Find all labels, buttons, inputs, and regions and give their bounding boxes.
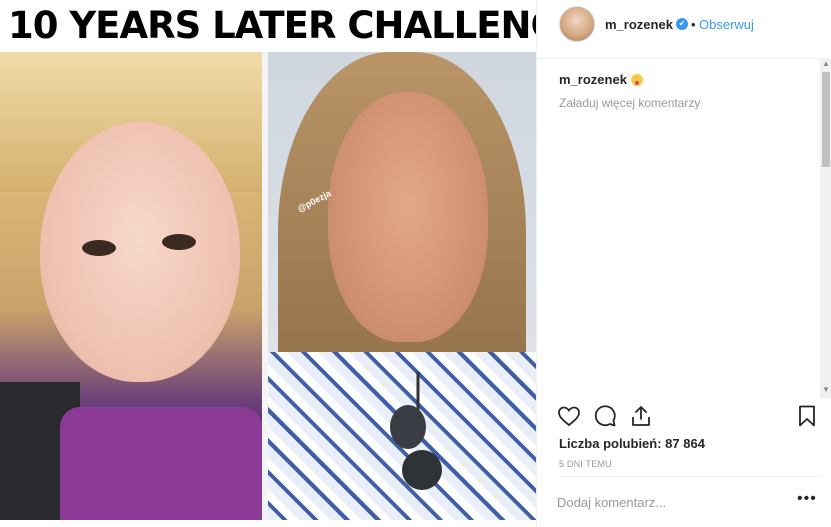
child-photo: [0, 52, 262, 520]
adult-photo: [268, 52, 536, 520]
child-shirt: [60, 407, 262, 520]
scroll-thumb[interactable]: [822, 72, 830, 167]
scroll-down-arrow-icon[interactable]: ▼: [820, 384, 831, 396]
post-image[interactable]: 10 YEARS LATER CHALLENGE @p0ezja: [0, 0, 536, 520]
load-more-comments-link[interactable]: Załaduj więcej komentarzy: [559, 96, 700, 110]
sunglasses-icon: [390, 372, 442, 490]
action-bar: [537, 398, 831, 438]
divider: [559, 476, 821, 477]
bookmark-icon[interactable]: [795, 404, 819, 428]
meme-banner: 10 YEARS LATER CHALLENGE: [0, 0, 536, 52]
separator-dot: •: [691, 17, 696, 32]
heart-icon[interactable]: [557, 404, 581, 428]
username-link[interactable]: m_rozenek: [605, 17, 673, 32]
comment-icon[interactable]: [593, 404, 617, 428]
avatar[interactable]: [559, 6, 595, 42]
post-header: m_rozenek ✔ • Obserwuj: [537, 0, 831, 59]
verified-badge-icon: ✔: [676, 18, 688, 30]
adult-face: [328, 92, 488, 342]
child-eye-right: [162, 234, 196, 250]
caption-username[interactable]: m_rozenek: [559, 72, 627, 87]
follow-button[interactable]: Obserwuj: [699, 17, 754, 32]
comments-scrollbar[interactable]: ▲ ▼: [820, 58, 831, 398]
post-side-panel: m_rozenek ✔ • Obserwuj m_rozenek Załaduj…: [536, 0, 831, 527]
child-face: [40, 122, 240, 382]
likes-count[interactable]: Liczba polubień: 87 864: [559, 436, 705, 451]
more-options-icon[interactable]: •••: [797, 490, 817, 508]
child-eye-left: [82, 240, 116, 256]
caption: m_rozenek: [559, 72, 643, 87]
comments-area: m_rozenek Załaduj więcej komentarzy: [537, 58, 820, 398]
instagram-post-view: 10 YEARS LATER CHALLENGE @p0ezja m_rozen…: [0, 0, 831, 527]
add-comment-input[interactable]: [557, 490, 777, 514]
scroll-up-arrow-icon[interactable]: ▲: [820, 58, 831, 70]
share-icon[interactable]: [629, 404, 653, 428]
tongue-emoji-icon: [630, 74, 643, 86]
post-timestamp[interactable]: 5 DNI TEMU: [559, 459, 612, 469]
